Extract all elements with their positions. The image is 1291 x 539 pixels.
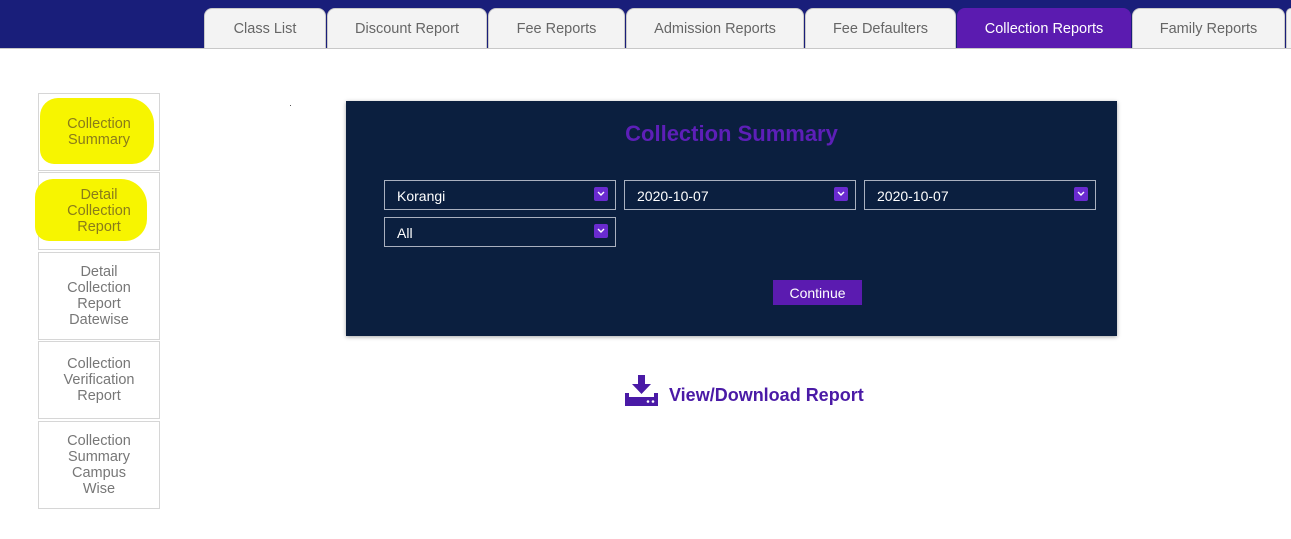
chevron-down-icon: [834, 187, 848, 201]
date-to-value: 2020-10-07: [877, 188, 949, 204]
chevron-down-icon: [1074, 187, 1088, 201]
tab-admission-reports[interactable]: Admission Reports: [626, 8, 804, 48]
tab-collection-reports[interactable]: Collection Reports: [957, 8, 1131, 48]
sidebar-item-label: Collection Summary: [67, 116, 131, 148]
date-to-select[interactable]: 2020-10-07: [864, 180, 1096, 210]
download-label: View/Download Report: [669, 384, 864, 405]
filter-select[interactable]: All: [384, 217, 616, 247]
sidebar-item-label: Detail Collection Report: [67, 187, 131, 235]
sidebar-item-collection-summary-campus-wise[interactable]: Collection Summary Campus Wise: [38, 421, 160, 509]
campus-select-value: Korangi: [397, 188, 446, 204]
filter-select-value: All: [397, 225, 413, 241]
top-nav-divider: [0, 48, 1291, 49]
tab-fee-defaulters[interactable]: Fee Defaulters: [805, 8, 956, 48]
sidebar-item-detail-collection-report-datewise[interactable]: Detail Collection Report Datewise: [38, 252, 160, 340]
tab-discount-report[interactable]: Discount Report: [327, 8, 487, 48]
sidebar-item-label: Detail Collection Report Datewise: [67, 264, 131, 328]
tab-fee-reports[interactable]: Fee Reports: [488, 8, 625, 48]
tab-family-reports[interactable]: Family Reports: [1132, 8, 1285, 48]
continue-button[interactable]: Continue: [773, 280, 862, 305]
chevron-down-icon: [594, 224, 608, 238]
sidebar-item-detail-collection-report[interactable]: Detail Collection Report: [35, 172, 160, 250]
stray-dot: [290, 105, 291, 106]
sidebar-item-label: Collection Summary Campus Wise: [67, 433, 131, 497]
date-from-value: 2020-10-07: [637, 188, 709, 204]
view-download-report-link[interactable]: View/Download Report: [624, 373, 864, 409]
sidebar-item-collection-summary[interactable]: Collection Summary: [38, 93, 160, 171]
tab-class-list[interactable]: Class List: [204, 8, 326, 48]
download-icon: [625, 374, 658, 406]
campus-select[interactable]: Korangi: [384, 180, 616, 210]
sidebar-item-label: Collection Verification Report: [63, 356, 135, 404]
sidebar-item-collection-verification-report[interactable]: Collection Verification Report: [38, 341, 160, 419]
date-from-select[interactable]: 2020-10-07: [624, 180, 856, 210]
panel-title: Collection Summary: [625, 121, 838, 146]
tab-overflow-edge: [1286, 8, 1291, 48]
chevron-down-icon: [594, 187, 608, 201]
collection-summary-panel: Collection Summary Korangi 2020-10-07 20…: [346, 101, 1117, 336]
